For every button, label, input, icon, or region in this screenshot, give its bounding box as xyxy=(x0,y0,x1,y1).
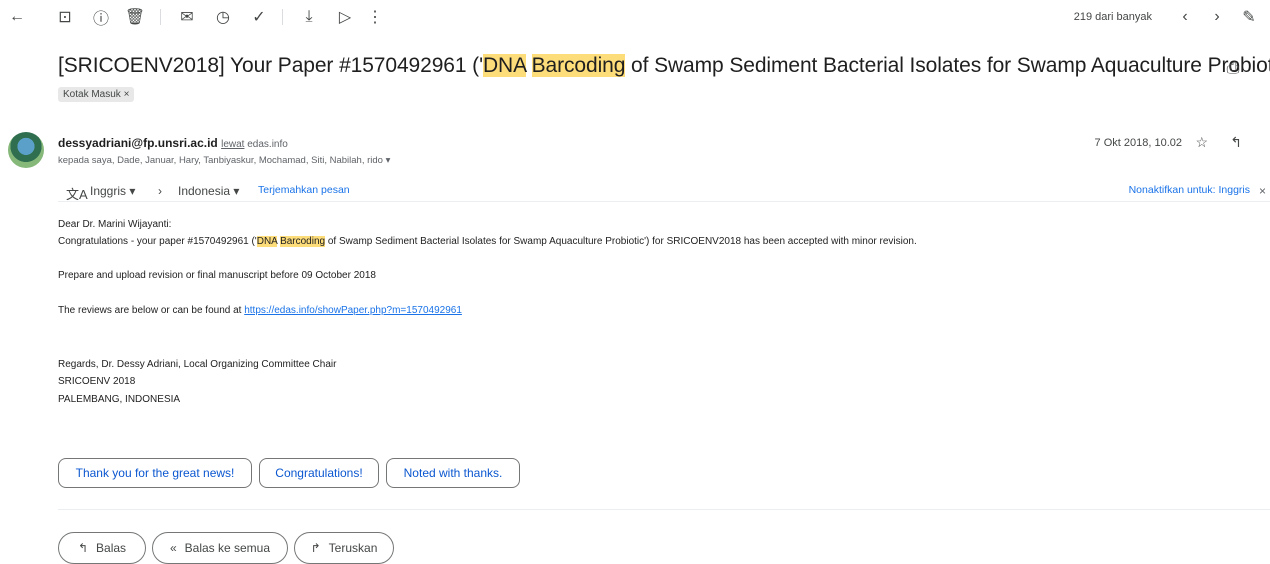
forward-label: Teruskan xyxy=(328,541,378,555)
sender-email[interactable]: dessyadriani@fp.unsri.ac.id xyxy=(58,136,218,150)
signature-line-1: Regards, Dr. Dessy Adriani, Local Organi… xyxy=(58,359,337,370)
pagination-label: 219 dari banyak xyxy=(1073,11,1152,23)
reviews-prefix: The reviews are below or can be found at xyxy=(58,305,245,316)
translate-bar: 文A Inggris ▾ › Indonesia ▾ Terjemahkan p… xyxy=(58,181,1270,202)
toolbar-divider xyxy=(282,9,283,25)
subject-highlight-dna: DNA xyxy=(482,54,526,77)
reply-icon[interactable]: ↰ xyxy=(1230,134,1242,151)
subject-highlight-barcoding: Barcoding xyxy=(531,54,626,77)
add-task-icon[interactable]: ✓ xyxy=(248,6,270,28)
avatar[interactable] xyxy=(8,132,44,168)
sender-line: dessyadriani@fp.unsri.ac.id lewat edas.i… xyxy=(58,136,288,150)
body-highlight-dna: DNA xyxy=(256,236,278,247)
snooze-icon[interactable]: ◷ xyxy=(212,6,234,28)
forward-icon: ↱ xyxy=(310,541,321,555)
via-domain: edas.info xyxy=(247,139,288,150)
toolbar-divider xyxy=(160,9,161,25)
inbox-label-chip[interactable]: Kotak Masuk × xyxy=(58,87,135,102)
congrats-line: Congratulations - your paper #1570492961… xyxy=(58,236,917,247)
reply-all-label: Balas ke semua xyxy=(184,541,271,555)
paper-link[interactable]: https://edas.info/showPaper.php?m=157049… xyxy=(244,305,462,316)
subject-suffix: of Swamp Sediment Bacterial Isolates for… xyxy=(625,54,1270,77)
signature-line-3: PALEMBANG, INDONESIA xyxy=(58,394,181,405)
delete-icon[interactable]: 🗑 xyxy=(124,6,146,28)
print-icon[interactable]: ⎙ xyxy=(1222,58,1244,80)
edit-icon[interactable]: ✎ xyxy=(1238,6,1260,28)
via-link[interactable]: lewat xyxy=(221,139,244,150)
translate-message-link[interactable]: Terjemahkan pesan xyxy=(258,184,350,196)
email-subject: [SRICOENV2018] Your Paper #1570492961 ('… xyxy=(58,54,1270,78)
translate-icon: 文A xyxy=(66,187,88,202)
close-translate-icon[interactable]: × xyxy=(1259,184,1266,198)
back-arrow-icon[interactable]: ← xyxy=(6,6,28,28)
archive-icon[interactable]: ⊡ xyxy=(54,6,76,28)
reply-button-icon: ↰ xyxy=(77,541,89,555)
disable-translate-link[interactable]: Nonaktifkan untuk: Inggris xyxy=(1129,184,1250,196)
report-spam-icon[interactable]: ⓘ xyxy=(90,6,112,28)
previous-icon[interactable]: ‹ xyxy=(1174,6,1196,28)
smart-reply-3[interactable]: Noted with thanks. xyxy=(386,458,520,488)
congrats-suffix: of Swamp Sediment Bacterial Isolates for… xyxy=(325,236,917,247)
subject-prefix: [SRICOENV2018] Your Paper #1570492961 (' xyxy=(58,54,483,77)
move-to-icon[interactable]: ⤓ xyxy=(298,6,320,28)
label-icon[interactable]: ▷ xyxy=(334,6,356,28)
greeting-line: Dear Dr. Marini Wijayanti: xyxy=(58,219,172,230)
next-icon[interactable]: › xyxy=(1206,6,1228,28)
reviews-line: The reviews are below or can be found at… xyxy=(58,305,462,316)
forward-button[interactable]: ↱ Teruskan xyxy=(294,532,394,564)
reply-button[interactable]: ↰ Balas xyxy=(58,532,146,564)
recipients-dropdown[interactable]: kepada saya, Dade, Januar, Hary, Tanbiya… xyxy=(58,155,390,166)
body-highlight-barcoding: Barcoding xyxy=(280,236,326,247)
source-language-select[interactable]: Inggris ▾ xyxy=(90,184,135,198)
arrow-right-icon: › xyxy=(158,184,162,198)
star-icon[interactable]: ☆ xyxy=(1195,134,1208,151)
reply-all-icon: « xyxy=(169,541,177,555)
smart-reply-2[interactable]: Congratulations! xyxy=(259,458,379,488)
target-language-select[interactable]: Indonesia ▾ xyxy=(178,184,239,198)
mark-unread-icon[interactable]: ✉ xyxy=(176,6,198,28)
divider xyxy=(58,509,1270,510)
reply-button-label: Balas xyxy=(96,541,127,555)
reply-all-button[interactable]: « Balas ke semua xyxy=(152,532,288,564)
email-date: 7 Okt 2018, 10.02 xyxy=(1094,137,1182,149)
deadline-line: Prepare and upload revision or final man… xyxy=(58,270,376,281)
congrats-prefix: Congratulations - your paper #1570492961… xyxy=(58,236,257,247)
more-options-icon[interactable]: ⋮ xyxy=(364,6,386,28)
signature-line-2: SRICOENV 2018 xyxy=(58,376,136,387)
smart-reply-1[interactable]: Thank you for the great news! xyxy=(58,458,252,488)
